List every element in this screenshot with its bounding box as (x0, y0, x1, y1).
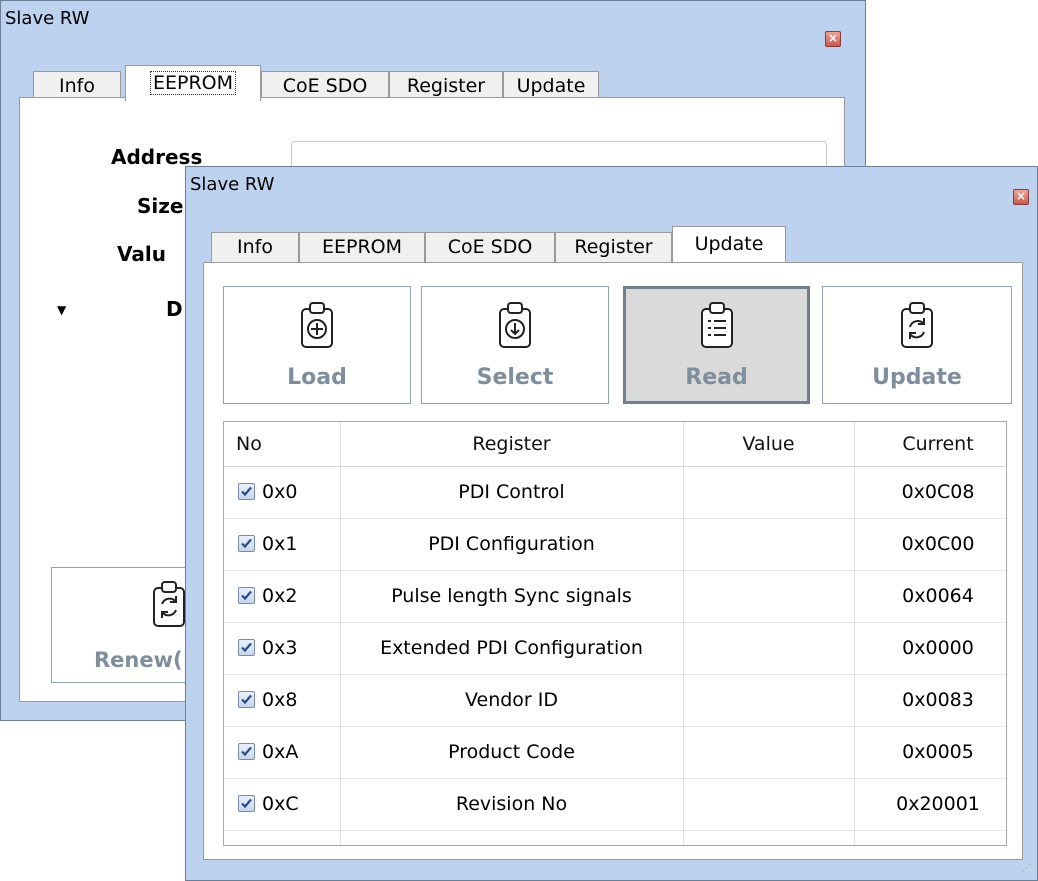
cell-register: Revision No (455, 793, 568, 815)
grid-header: No Register Value Current (224, 422, 1006, 467)
tab-eeprom[interactable]: EEPROM (299, 232, 425, 262)
cell-value (683, 778, 854, 830)
cell-current: 0x0C00 (901, 533, 975, 555)
table-row[interactable]: 0x1 PDI Configuration 0x0C00 (224, 518, 1006, 571)
cell-register: Product Code (448, 741, 575, 763)
row-checkbox[interactable] (238, 795, 255, 812)
select-button[interactable]: Select (421, 286, 609, 404)
cell-no: 0xC (262, 793, 299, 815)
column-divider (683, 422, 684, 845)
column-header-register[interactable]: Register (340, 422, 683, 466)
read-button-label: Read (685, 365, 748, 390)
d-label: D (166, 297, 183, 321)
table-row[interactable]: 0x8 Vendor ID 0x0083 (224, 674, 1006, 727)
cell-current: 0x20001 (896, 793, 980, 815)
register-grid[interactable]: No Register Value Current 0x0 PDI Control… (223, 421, 1007, 846)
row-checkbox[interactable] (238, 639, 255, 656)
select-button-label: Select (476, 365, 554, 390)
table-row[interactable]: 0x3 Extended PDI Configuration 0x0000 (224, 622, 1006, 675)
load-button-label: Load (287, 365, 347, 390)
column-header-value[interactable]: Value (683, 422, 854, 466)
cell-register: Extended PDI Configuration (380, 637, 643, 659)
tab-info[interactable]: Info (211, 232, 299, 262)
read-button[interactable]: Read (623, 286, 810, 404)
load-button[interactable]: Load (223, 286, 411, 404)
table-row-empty (224, 830, 1006, 845)
cell-register: Vendor ID (464, 689, 559, 711)
clipboard-list-icon (700, 302, 733, 348)
cell-value (683, 622, 854, 674)
column-divider (340, 422, 341, 845)
cell-value (683, 726, 854, 778)
cell-no: 0xA (262, 741, 299, 763)
cell-no: 0x8 (262, 689, 298, 711)
table-row[interactable]: 0x2 Pulse length Sync signals 0x0064 (224, 570, 1006, 623)
renew-button-label: Renew( (94, 648, 183, 672)
row-checkbox[interactable] (238, 743, 255, 760)
cell-current: 0x0064 (902, 585, 974, 607)
checkmark-icon (241, 642, 252, 653)
clipboard-add-icon (301, 302, 333, 348)
tab-register[interactable]: Register (555, 232, 672, 262)
tab-eeprom[interactable]: EEPROM (125, 65, 261, 101)
column-divider (854, 422, 855, 845)
checkmark-icon (241, 798, 252, 809)
update-button-label: Update (872, 365, 962, 390)
resize-grip-icon[interactable]: ⋰ (1022, 863, 1032, 874)
tab-coe-sdo[interactable]: CoE SDO (425, 232, 555, 262)
clipboard-refresh-icon (901, 302, 933, 348)
checkmark-icon (241, 746, 252, 757)
value-label: Valu (117, 242, 166, 266)
cell-value (683, 518, 854, 570)
window-title: Slave RW (190, 174, 275, 195)
column-header-no[interactable]: No (236, 422, 262, 466)
table-row[interactable]: 0x0 PDI Control 0x0C08 (224, 466, 1006, 519)
column-header-current[interactable]: Current (854, 422, 1006, 466)
clipboard-refresh-icon (153, 581, 185, 627)
dropdown-arrow-icon[interactable]: ▼ (57, 303, 66, 317)
cell-register: Pulse length Sync signals (391, 585, 632, 607)
cell-no: 0x2 (262, 585, 298, 607)
checkmark-icon (241, 538, 252, 549)
checkmark-icon (241, 694, 252, 705)
table-row[interactable]: 0xA Product Code 0x0005 (224, 726, 1006, 779)
cell-no: 0x1 (262, 533, 298, 555)
cell-value (683, 674, 854, 726)
cell-current: 0x0000 (902, 637, 974, 659)
tab-update[interactable]: Update (672, 226, 786, 262)
table-row[interactable]: 0xC Revision No 0x20001 (224, 778, 1006, 831)
cell-value (683, 570, 854, 622)
cell-no: 0x0 (262, 481, 298, 503)
close-icon[interactable]: × (825, 31, 841, 47)
front-window: Slave RW × Info EEPROM CoE SDO Register … (185, 166, 1038, 881)
size-label: Size (137, 194, 184, 218)
cell-current: 0x0005 (902, 741, 974, 763)
cell-register: PDI Control (458, 481, 565, 503)
cell-register: PDI Configuration (428, 533, 595, 555)
row-checkbox[interactable] (238, 691, 255, 708)
close-icon[interactable]: × (1013, 189, 1029, 205)
row-checkbox[interactable] (238, 483, 255, 500)
tab-label: EEPROM (149, 71, 237, 95)
cell-current: 0x0C08 (901, 481, 975, 503)
row-checkbox[interactable] (238, 587, 255, 604)
cell-no: 0x3 (262, 637, 298, 659)
cell-current: 0x0083 (902, 689, 974, 711)
row-checkbox[interactable] (238, 535, 255, 552)
clipboard-download-icon (499, 302, 531, 348)
checkmark-icon (241, 590, 252, 601)
update-button[interactable]: Update (822, 286, 1012, 404)
checkmark-icon (241, 486, 252, 497)
window-title: Slave RW (5, 8, 90, 29)
cell-value (683, 466, 854, 518)
